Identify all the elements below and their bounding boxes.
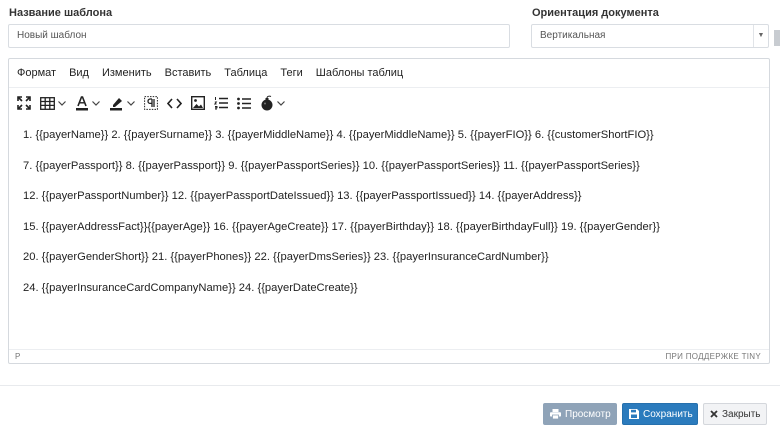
preview-button[interactable]: Просмотр bbox=[543, 403, 617, 425]
chevron-down-icon[interactable]: ▼ bbox=[753, 25, 768, 47]
floppy-icon bbox=[629, 409, 639, 419]
highlight-icon[interactable] bbox=[109, 92, 135, 114]
table-icon[interactable] bbox=[40, 92, 66, 114]
menu-edit[interactable]: Изменить bbox=[102, 67, 152, 79]
content-line: 1. {{payerName}} 2. {{payerSurname}} 3. … bbox=[23, 129, 654, 141]
scrollbar-thumb[interactable] bbox=[774, 30, 780, 46]
image-icon[interactable] bbox=[191, 92, 205, 114]
close-icon bbox=[710, 410, 718, 418]
rich-text-editor: Формат Вид Изменить Вставить Таблица Тег… bbox=[8, 58, 770, 364]
template-name-input[interactable]: Новый шаблон bbox=[8, 24, 510, 48]
code-icon[interactable] bbox=[167, 92, 182, 114]
bomb-icon[interactable] bbox=[260, 92, 285, 114]
editor-menubar: Формат Вид Изменить Вставить Таблица Тег… bbox=[9, 59, 769, 88]
content-line: 24. {{payerInsuranceCardCompanyName}} 24… bbox=[23, 281, 358, 294]
editor-content[interactable]: 1. {{payerName}} 2. {{payerSurname}} 3. … bbox=[23, 129, 763, 312]
footer-divider bbox=[0, 385, 780, 386]
editor-toolbar bbox=[9, 89, 769, 117]
content-line: 15. {{payerAddressFact}}{{payerAge}} 16.… bbox=[23, 220, 660, 233]
fullscreen-icon[interactable] bbox=[17, 92, 31, 114]
content-line: 20. {{payerGenderShort}} 21. {{payerPhon… bbox=[23, 251, 549, 263]
print-icon bbox=[550, 409, 561, 419]
orientation-selected-value: Вертикальная bbox=[540, 30, 606, 41]
editor-statusbar: P ПРИ ПОДДЕРЖКЕ TINY bbox=[9, 349, 769, 363]
bullet-list-icon[interactable] bbox=[237, 92, 251, 114]
content-line: 12. {{payerPassportNumber}} 12. {{payerP… bbox=[23, 190, 582, 202]
menu-table[interactable]: Таблица bbox=[224, 67, 267, 79]
powered-by-link[interactable]: ПРИ ПОДДЕРЖКЕ TINY bbox=[665, 352, 761, 361]
font-color-icon[interactable] bbox=[75, 92, 100, 114]
preview-button-label: Просмотр bbox=[565, 408, 611, 420]
chevron-down-icon bbox=[58, 100, 66, 106]
close-button[interactable]: Закрыть bbox=[703, 403, 767, 425]
close-button-label: Закрыть bbox=[722, 408, 761, 420]
element-path[interactable]: P bbox=[15, 352, 20, 361]
menu-view[interactable]: Вид bbox=[69, 67, 89, 79]
template-name-label: Название шаблона bbox=[9, 7, 113, 19]
menu-table-templates[interactable]: Шаблоны таблиц bbox=[316, 67, 403, 79]
save-button-label: Сохранить bbox=[643, 408, 693, 420]
menu-tags[interactable]: Теги bbox=[280, 67, 302, 79]
menu-insert[interactable]: Вставить bbox=[165, 67, 212, 79]
save-button[interactable]: Сохранить bbox=[622, 403, 698, 425]
show-blocks-icon[interactable] bbox=[144, 92, 158, 114]
numbered-list-icon[interactable] bbox=[214, 92, 228, 114]
menu-format[interactable]: Формат bbox=[17, 67, 56, 79]
orientation-select[interactable]: Вертикальная ▼ bbox=[531, 24, 769, 48]
content-line: 7. {{payerPassport}} 8. {{payerPassport}… bbox=[23, 159, 640, 172]
orientation-label: Ориентация документа bbox=[532, 7, 659, 19]
